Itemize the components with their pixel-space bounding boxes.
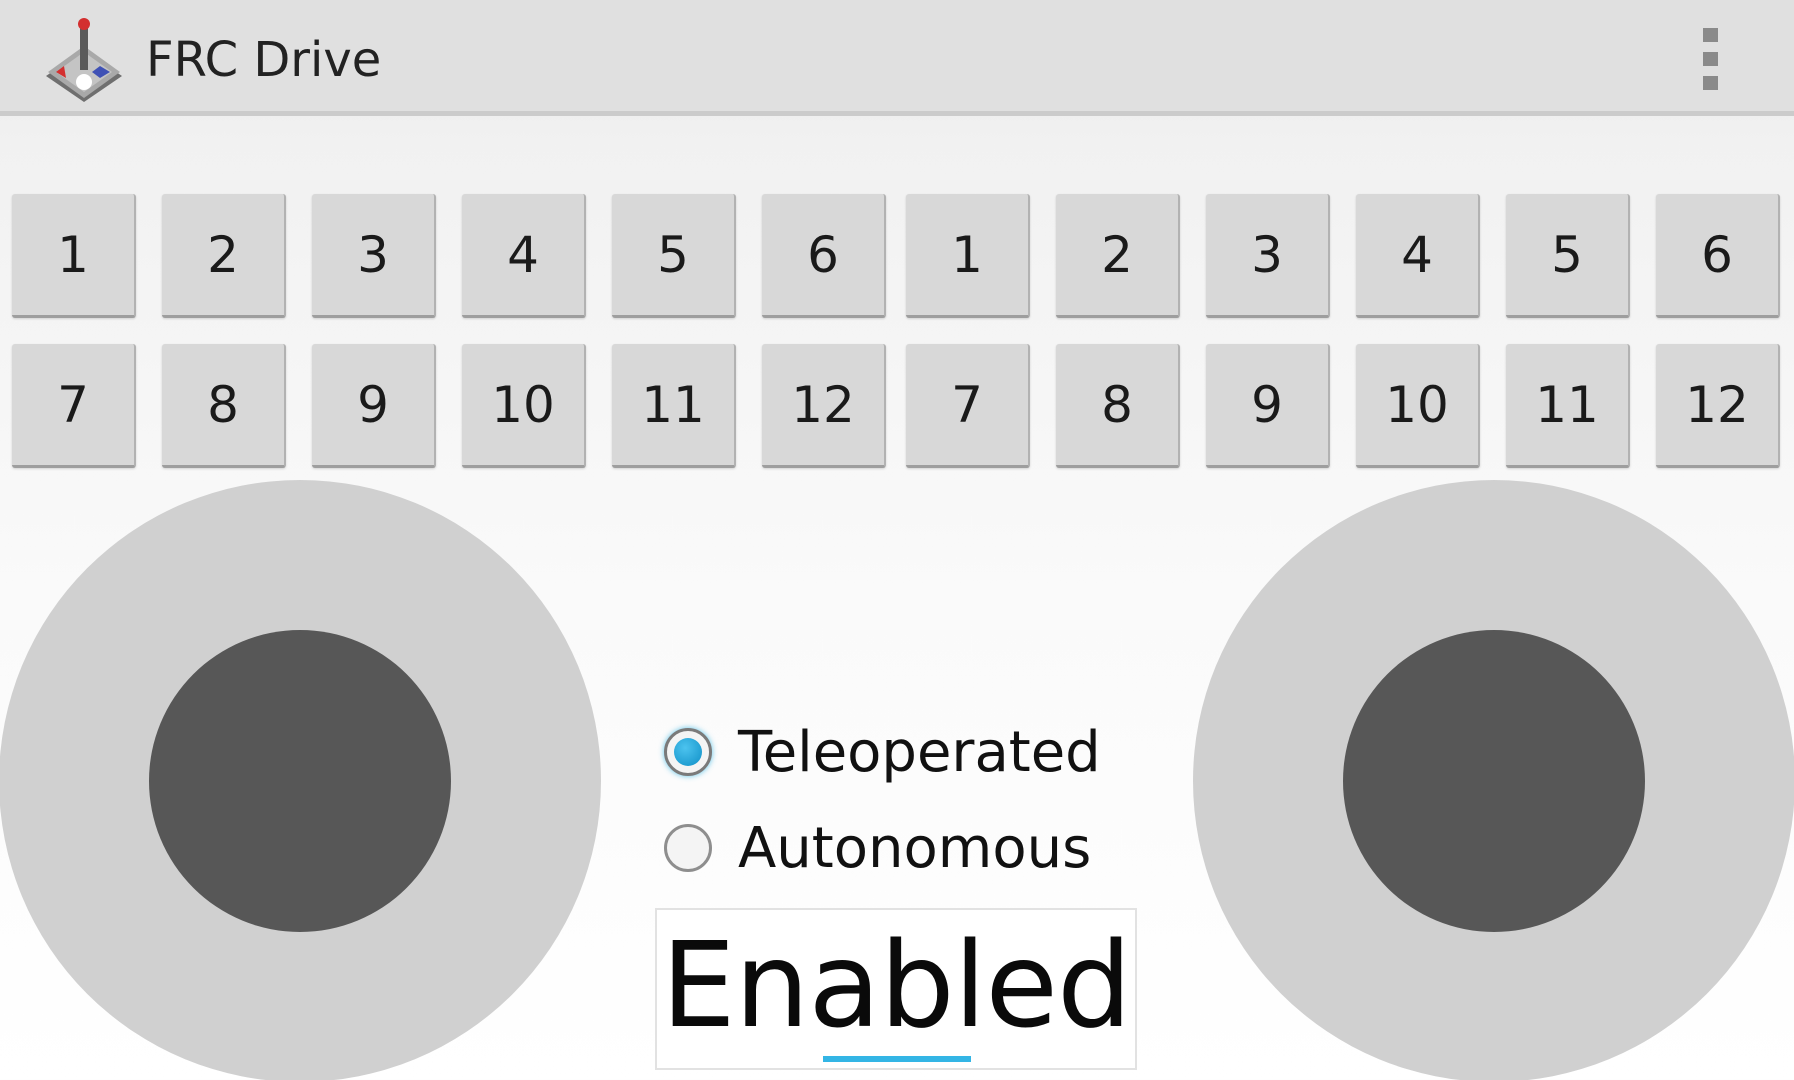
left-button-4[interactable]: 4 bbox=[462, 194, 586, 318]
left-button-7[interactable]: 7 bbox=[12, 344, 136, 468]
autonomous-radio-option[interactable]: Autonomous bbox=[664, 813, 1091, 883]
right-joystick-knob[interactable] bbox=[1343, 630, 1645, 932]
overflow-menu-icon[interactable] bbox=[1690, 22, 1730, 96]
right-button-4[interactable]: 4 bbox=[1356, 194, 1480, 318]
teleoperated-label: Teleoperated bbox=[738, 719, 1101, 785]
teleoperated-radio-option[interactable]: Teleoperated bbox=[664, 717, 1101, 787]
right-button-8[interactable]: 8 bbox=[1056, 344, 1180, 468]
left-button-3[interactable]: 3 bbox=[312, 194, 436, 318]
right-button-12[interactable]: 12 bbox=[1656, 344, 1780, 468]
enable-toggle-label: Enabled bbox=[661, 916, 1132, 1054]
left-button-12[interactable]: 12 bbox=[762, 344, 886, 468]
left-button-8[interactable]: 8 bbox=[162, 344, 286, 468]
right-button-6[interactable]: 6 bbox=[1656, 194, 1780, 318]
overflow-dot bbox=[1703, 52, 1718, 66]
enable-toggle-button[interactable]: Enabled bbox=[655, 908, 1137, 1070]
teleoperated-radio-button[interactable] bbox=[664, 728, 712, 776]
right-button-7[interactable]: 7 bbox=[906, 344, 1030, 468]
left-button-1[interactable]: 1 bbox=[12, 194, 136, 318]
autonomous-radio-button[interactable] bbox=[664, 824, 712, 872]
right-joystick-base[interactable] bbox=[1193, 480, 1794, 1080]
left-button-10[interactable]: 10 bbox=[462, 344, 586, 468]
toggle-on-indicator bbox=[823, 1056, 971, 1062]
right-button-11[interactable]: 11 bbox=[1506, 344, 1630, 468]
left-button-9[interactable]: 9 bbox=[312, 344, 436, 468]
right-button-9[interactable]: 9 bbox=[1206, 344, 1330, 468]
overflow-dot bbox=[1703, 28, 1718, 42]
right-button-3[interactable]: 3 bbox=[1206, 194, 1330, 318]
left-button-11[interactable]: 11 bbox=[612, 344, 736, 468]
right-button-2[interactable]: 2 bbox=[1056, 194, 1180, 318]
autonomous-label: Autonomous bbox=[738, 815, 1092, 881]
left-joystick-base[interactable] bbox=[0, 480, 601, 1080]
overflow-dot bbox=[1703, 76, 1718, 90]
right-button-5[interactable]: 5 bbox=[1506, 194, 1630, 318]
left-button-5[interactable]: 5 bbox=[612, 194, 736, 318]
right-button-1[interactable]: 1 bbox=[906, 194, 1030, 318]
action-bar: FRC Drive bbox=[0, 0, 1794, 116]
left-button-2[interactable]: 2 bbox=[162, 194, 286, 318]
app-title: FRC Drive bbox=[146, 32, 382, 88]
left-button-6[interactable]: 6 bbox=[762, 194, 886, 318]
joystick-icon bbox=[46, 18, 122, 102]
right-button-10[interactable]: 10 bbox=[1356, 344, 1480, 468]
left-joystick-knob[interactable] bbox=[149, 630, 451, 932]
